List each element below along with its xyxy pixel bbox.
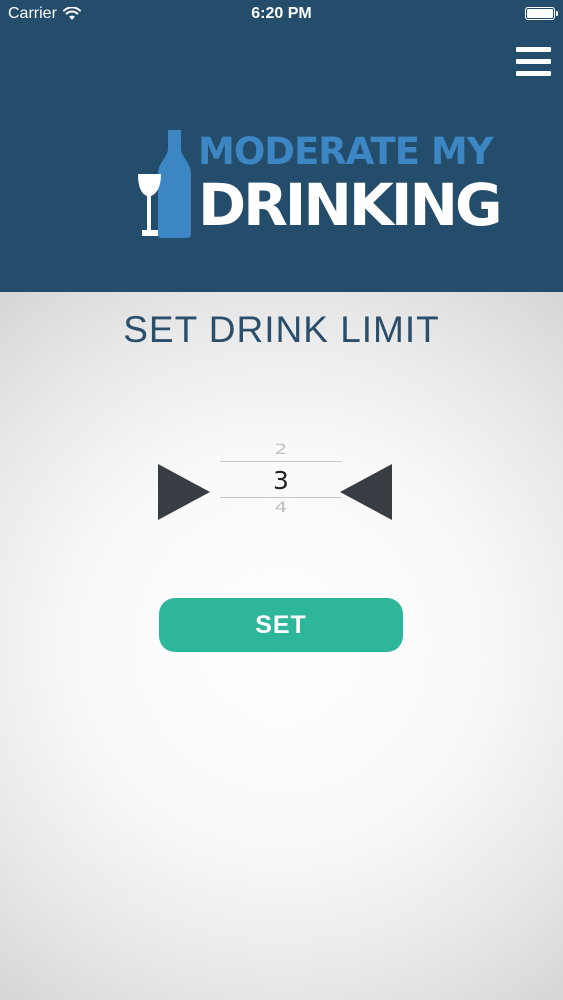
picker-divider-top bbox=[220, 461, 342, 462]
logo-text-bottom: DRINKING bbox=[198, 171, 503, 239]
logo-text-top: MODERATE MY bbox=[198, 130, 494, 173]
triangle-left-icon[interactable] bbox=[340, 464, 392, 520]
status-bar: Carrier 6:20 PM bbox=[0, 0, 563, 30]
drink-limit-picker[interactable]: 2 3 4 bbox=[220, 436, 342, 518]
app-logo: MODERATE MY DRINKING bbox=[136, 128, 503, 240]
hamburger-menu-icon[interactable] bbox=[516, 47, 551, 76]
triangle-right-icon[interactable] bbox=[158, 464, 210, 520]
status-time: 6:20 PM bbox=[251, 5, 312, 22]
page-title: SET DRINK LIMIT bbox=[123, 309, 440, 350]
picker-selected-value[interactable]: 3 bbox=[220, 466, 342, 496]
picker-previous-value[interactable]: 2 bbox=[220, 441, 342, 456]
wine-bottle-icon bbox=[138, 130, 191, 238]
set-button[interactable]: SET bbox=[159, 598, 403, 652]
battery-icon bbox=[525, 7, 558, 20]
picker-next-value[interactable]: 4 bbox=[220, 499, 342, 514]
wine-glass-icon bbox=[138, 174, 161, 236]
app-header: Carrier 6:20 PM MODERATE MY DRINKING bbox=[0, 0, 563, 292]
